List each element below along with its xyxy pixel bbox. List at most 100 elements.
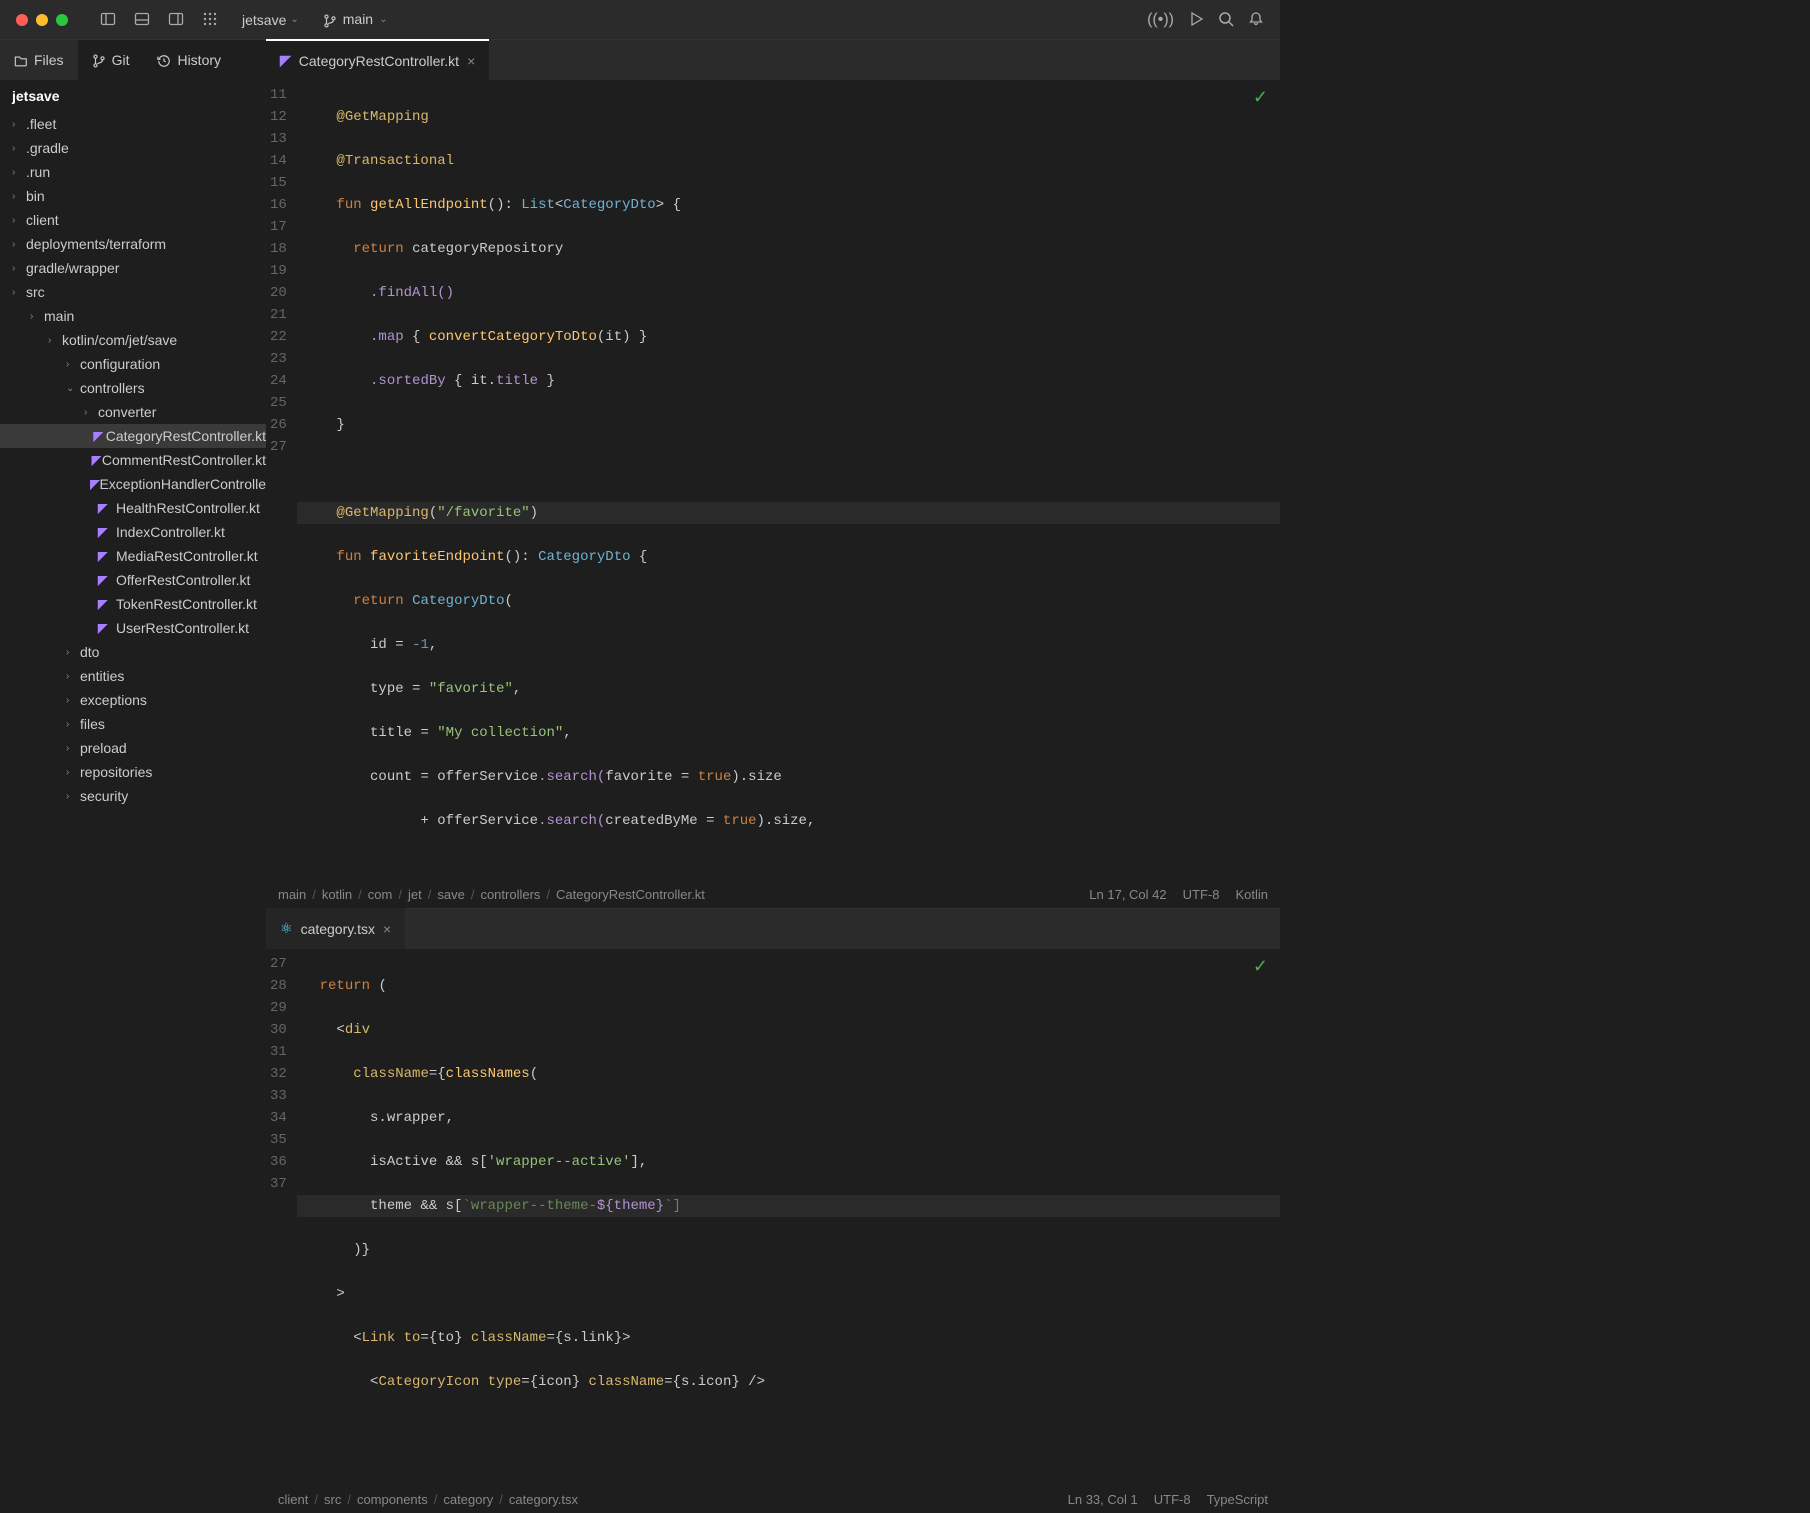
chevron-icon: › bbox=[66, 359, 80, 370]
folder-item[interactable]: ›dto bbox=[0, 640, 266, 664]
language[interactable]: Kotlin bbox=[1235, 887, 1268, 902]
editor-tab[interactable]: ◤ CategoryRestController.kt × bbox=[266, 39, 489, 80]
file-item[interactable]: ◤CategoryRestController.kt bbox=[0, 424, 266, 448]
folder-item[interactable]: ›entities bbox=[0, 664, 266, 688]
grid-icon[interactable] bbox=[198, 7, 222, 33]
line-number: 21 bbox=[270, 304, 287, 326]
breadcrumb-segment[interactable]: jet bbox=[408, 887, 422, 902]
run-icon[interactable] bbox=[1188, 11, 1204, 29]
editor-tabs-bottom: ⚛ category.tsx × bbox=[266, 909, 1280, 949]
search-icon[interactable] bbox=[1218, 11, 1234, 29]
folder-item[interactable]: ›deployments/terraform bbox=[0, 232, 266, 256]
file-item[interactable]: ◤IndexController.kt bbox=[0, 520, 266, 544]
folder-item[interactable]: ›src bbox=[0, 280, 266, 304]
encoding[interactable]: UTF-8 bbox=[1183, 887, 1220, 902]
folder-item[interactable]: ›kotlin/com/jet/save bbox=[0, 328, 266, 352]
folder-item[interactable]: ›.fleet bbox=[0, 112, 266, 136]
breadcrumb[interactable]: client/src/components/category/category.… bbox=[278, 1492, 578, 1507]
tree-item-label: dto bbox=[80, 644, 99, 660]
breadcrumb-segment[interactable]: save bbox=[437, 887, 464, 902]
folder-item[interactable]: ›bin bbox=[0, 184, 266, 208]
folder-item[interactable]: ›.gradle bbox=[0, 136, 266, 160]
kotlin-icon: ◤ bbox=[98, 597, 116, 611]
folder-item[interactable]: ›preload bbox=[0, 736, 266, 760]
tab-history[interactable]: History bbox=[143, 40, 235, 80]
project-root[interactable]: jetsave bbox=[0, 80, 266, 112]
folder-item[interactable]: ⌄controllers bbox=[0, 376, 266, 400]
close-icon[interactable]: × bbox=[383, 921, 391, 937]
kotlin-icon: ◤ bbox=[92, 453, 102, 467]
project-selector[interactable]: jetsave ⌄ bbox=[242, 12, 299, 28]
chevron-icon: › bbox=[84, 407, 98, 418]
chevron-down-icon: ⌄ bbox=[290, 14, 298, 25]
folder-item[interactable]: ›gradle/wrapper bbox=[0, 256, 266, 280]
tree-item-label: preload bbox=[80, 740, 127, 756]
folder-item[interactable]: ›security bbox=[0, 784, 266, 808]
breadcrumb-separator: / bbox=[347, 1492, 351, 1507]
tree-item-label: deployments/terraform bbox=[26, 236, 166, 252]
folder-item[interactable]: ›client bbox=[0, 208, 266, 232]
file-item[interactable]: ◤HealthRestController.kt bbox=[0, 496, 266, 520]
breadcrumb-separator: / bbox=[312, 887, 316, 902]
folder-item[interactable]: ›main bbox=[0, 304, 266, 328]
tree-item-label: security bbox=[80, 788, 128, 804]
branch-icon bbox=[92, 52, 106, 68]
folder-item[interactable]: ›.run bbox=[0, 160, 266, 184]
bell-icon[interactable] bbox=[1248, 11, 1264, 29]
folder-item[interactable]: ›exceptions bbox=[0, 688, 266, 712]
branch-selector[interactable]: main ⌄ bbox=[323, 11, 388, 27]
folder-item[interactable]: ›files bbox=[0, 712, 266, 736]
close-icon[interactable]: × bbox=[467, 53, 475, 69]
breadcrumb-segment[interactable]: com bbox=[368, 887, 393, 902]
chevron-icon: ⌄ bbox=[66, 383, 80, 394]
breadcrumb-segment[interactable]: CategoryRestController.kt bbox=[556, 887, 705, 902]
language[interactable]: TypeScript bbox=[1207, 1492, 1268, 1507]
breadcrumb-segment[interactable]: controllers bbox=[480, 887, 540, 902]
file-item[interactable]: ◤OfferRestController.kt bbox=[0, 568, 266, 592]
file-item[interactable]: ◤MediaRestController.kt bbox=[0, 544, 266, 568]
history-icon bbox=[157, 52, 171, 68]
breadcrumb-segment[interactable]: components bbox=[357, 1492, 428, 1507]
titlebar: jetsave ⌄ main ⌄ ((•)) bbox=[0, 0, 1280, 40]
breadcrumb[interactable]: main/kotlin/com/jet/save/controllers/Cat… bbox=[278, 887, 705, 902]
encoding[interactable]: UTF-8 bbox=[1154, 1492, 1191, 1507]
close-window[interactable] bbox=[16, 14, 28, 26]
line-number: 11 bbox=[270, 84, 287, 106]
maximize-window[interactable] bbox=[56, 14, 68, 26]
editor-tab[interactable]: ⚛ category.tsx × bbox=[266, 908, 405, 949]
panel-right-icon[interactable] bbox=[164, 7, 188, 33]
folder-item[interactable]: ›configuration bbox=[0, 352, 266, 376]
panel-left-icon[interactable] bbox=[96, 7, 120, 33]
breadcrumb-separator: / bbox=[499, 1492, 503, 1507]
breadcrumb-segment[interactable]: main bbox=[278, 887, 306, 902]
file-item[interactable]: ◤CommentRestController.kt bbox=[0, 448, 266, 472]
cursor-position[interactable]: Ln 33, Col 1 bbox=[1068, 1492, 1138, 1507]
tree-item-label: MediaRestController.kt bbox=[116, 548, 258, 564]
breadcrumb-segment[interactable]: src bbox=[324, 1492, 341, 1507]
code-editor-top[interactable]: ✓ 1112131415161718192021222324252627 @Ge… bbox=[266, 80, 1280, 880]
tree-item-label: .fleet bbox=[26, 116, 56, 132]
tab-files[interactable]: Files bbox=[0, 40, 78, 80]
tab-git[interactable]: Git bbox=[78, 40, 144, 80]
breadcrumb-segment[interactable]: category.tsx bbox=[509, 1492, 578, 1507]
chevron-icon: › bbox=[12, 215, 26, 226]
line-number: 20 bbox=[270, 282, 287, 304]
folder-item[interactable]: ›converter bbox=[0, 400, 266, 424]
tree-item-label: configuration bbox=[80, 356, 160, 372]
code-editor-bottom[interactable]: ✓ 2728293031323334353637 return ( <div c… bbox=[266, 949, 1280, 1485]
cursor-position[interactable]: Ln 17, Col 42 bbox=[1089, 887, 1166, 902]
tree-item-label: exceptions bbox=[80, 692, 147, 708]
file-item[interactable]: ◤ExceptionHandlerControlle bbox=[0, 472, 266, 496]
panel-bottom-icon[interactable] bbox=[130, 7, 154, 33]
folder-item[interactable]: ›repositories bbox=[0, 760, 266, 784]
minimize-window[interactable] bbox=[36, 14, 48, 26]
breadcrumb-segment[interactable]: kotlin bbox=[322, 887, 352, 902]
breadcrumb-segment[interactable]: category bbox=[443, 1492, 493, 1507]
breadcrumb-segment[interactable]: client bbox=[278, 1492, 308, 1507]
broadcast-icon[interactable]: ((•)) bbox=[1147, 11, 1174, 29]
sidebar: Files Git History jetsave ›.fleet›.gradl… bbox=[0, 40, 266, 948]
file-item[interactable]: ◤TokenRestController.kt bbox=[0, 592, 266, 616]
chevron-icon: › bbox=[12, 143, 26, 154]
kotlin-icon: ◤ bbox=[94, 429, 106, 443]
file-item[interactable]: ◤UserRestController.kt bbox=[0, 616, 266, 640]
